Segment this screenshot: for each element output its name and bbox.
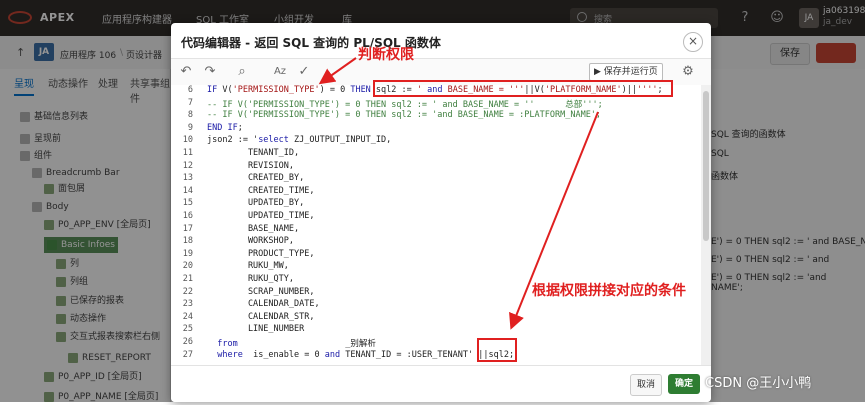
arrow-to-sql2: [509, 111, 599, 330]
annotation-arrows: [318, 57, 599, 330]
arrow-to-permission: [318, 57, 357, 85]
watermark: CSDN @王小小鸭: [705, 376, 812, 391]
